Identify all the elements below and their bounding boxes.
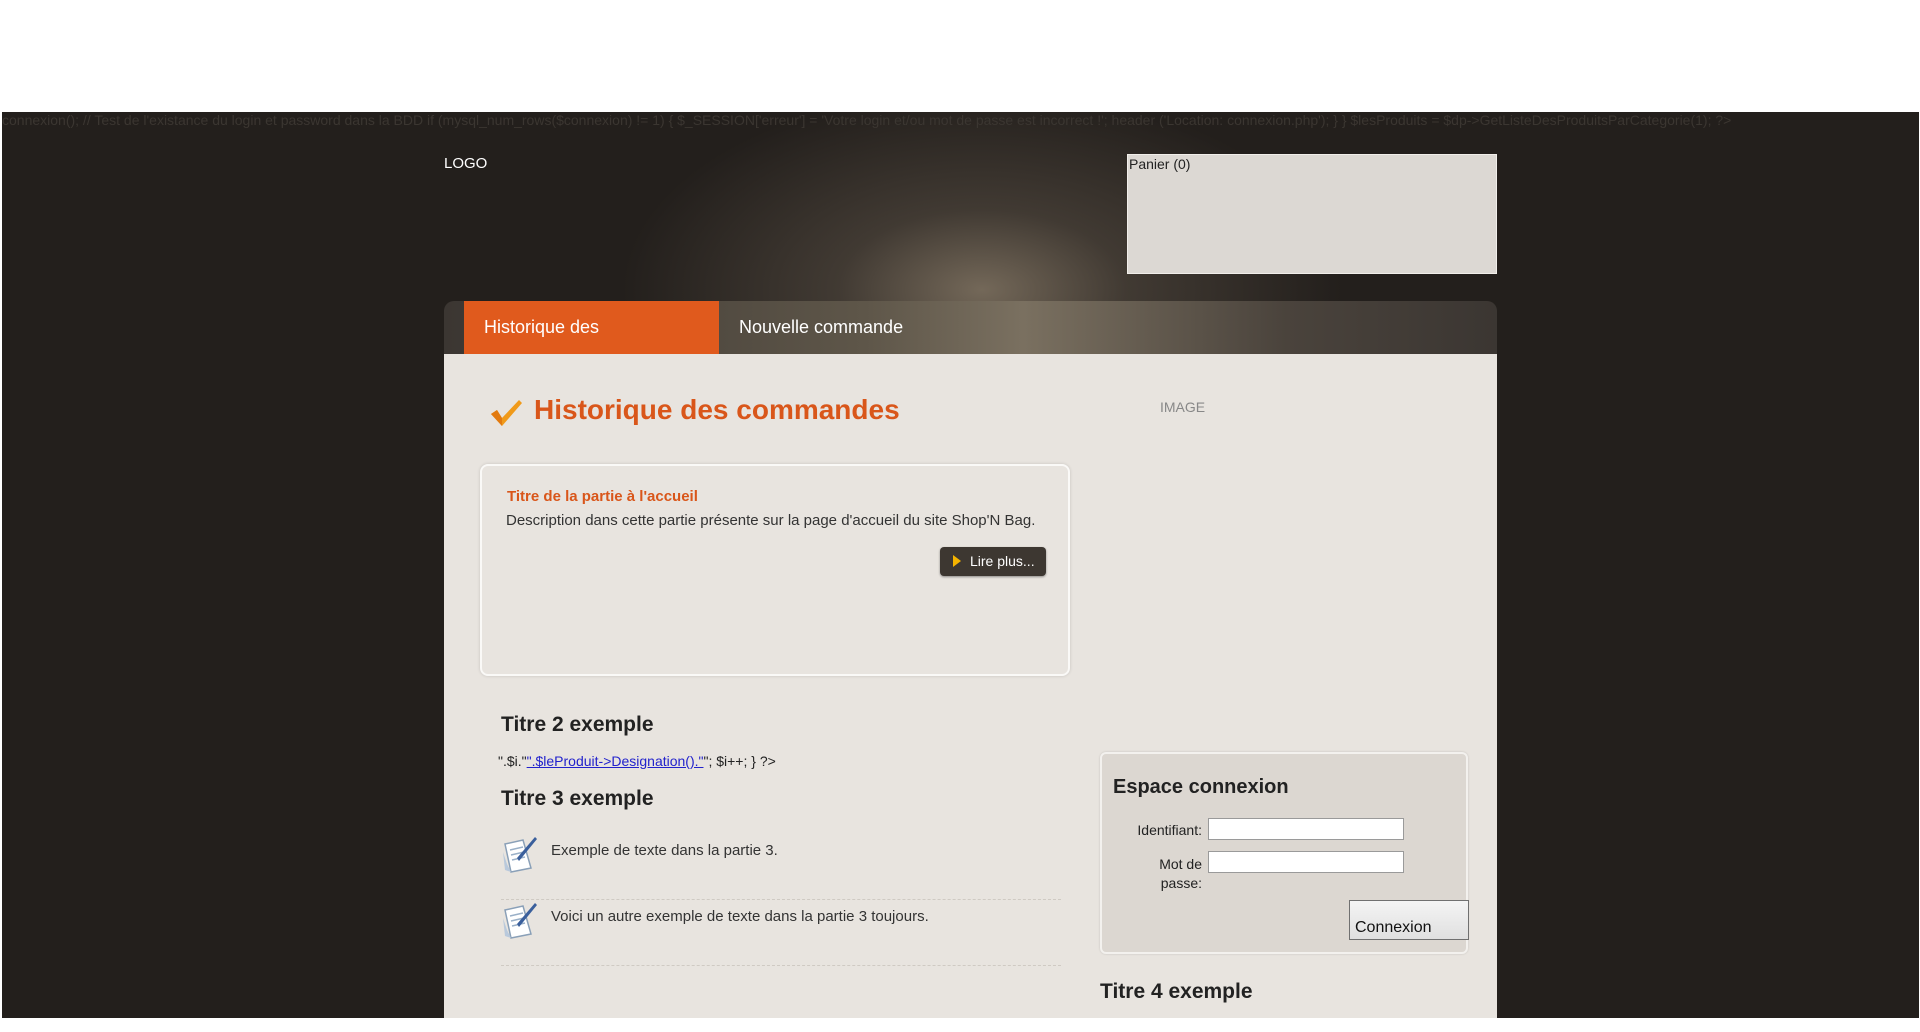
- main-nav: Historique des commandes Nouvelle comman…: [444, 301, 1497, 390]
- username-label: Identifiant:: [1137, 822, 1202, 838]
- info-box: Titre de la partie à l'accueil Descripti…: [480, 464, 1070, 676]
- php-code-leak: connexion(); // Test de l'existance du l…: [2, 112, 1732, 128]
- tab-order-history[interactable]: Historique des commandes: [464, 301, 719, 390]
- document-icon: [503, 903, 537, 939]
- checkmark-icon: [491, 400, 522, 426]
- logo[interactable]: LOGO: [444, 155, 487, 172]
- page-title: Historique des commandes: [534, 394, 900, 425]
- login-button[interactable]: Connexion: [1349, 900, 1469, 940]
- read-more-label: Lire plus...: [970, 553, 1035, 569]
- product-link[interactable]: ".$leProduit->Designation().": [527, 753, 704, 769]
- product-suffix: "; $i++; } ?>: [703, 753, 776, 769]
- password-input[interactable]: [1208, 851, 1404, 873]
- section-4-title: Titre 4 exemple: [1100, 980, 1253, 1003]
- password-label: Mot de passe:: [1159, 856, 1202, 891]
- username-input[interactable]: [1208, 818, 1404, 840]
- section-3-title: Titre 3 exemple: [501, 787, 654, 810]
- section-2-title: Titre 2 exemple: [501, 713, 654, 736]
- tab-new-order[interactable]: Nouvelle commande: [719, 301, 929, 354]
- content-area: Historique des commandes IMAGE Titre de …: [444, 354, 1497, 1018]
- read-more-button[interactable]: Lire plus...: [940, 547, 1046, 576]
- list-item: Voici un autre exemple de texte dans la …: [501, 900, 1061, 966]
- login-title: Espace connexion: [1113, 776, 1289, 798]
- cart-label[interactable]: Panier (0): [1129, 156, 1190, 172]
- product-line: ".$i."".$leProduit->Designation().""; $i…: [498, 753, 776, 769]
- list-item: Exemple de texte dans la partie 3.: [501, 834, 1061, 900]
- cart-box[interactable]: Panier (0): [1127, 154, 1497, 274]
- page-frame: connexion(); // Test de l'existance du l…: [2, 112, 1919, 1018]
- play-arrow-icon: [953, 555, 961, 567]
- product-prefix: ".$i.": [498, 753, 527, 769]
- list-item-text: Exemple de texte dans la partie 3.: [551, 842, 778, 859]
- list-item-text: Voici un autre exemple de texte dans la …: [551, 908, 929, 925]
- document-icon: [503, 837, 537, 873]
- info-description: Description dans cette partie présente s…: [506, 512, 1036, 529]
- image-placeholder: IMAGE: [1160, 399, 1206, 415]
- login-panel: Espace connexion Identifiant: Mot de pas…: [1100, 752, 1469, 954]
- info-title: Titre de la partie à l'accueil: [507, 488, 698, 505]
